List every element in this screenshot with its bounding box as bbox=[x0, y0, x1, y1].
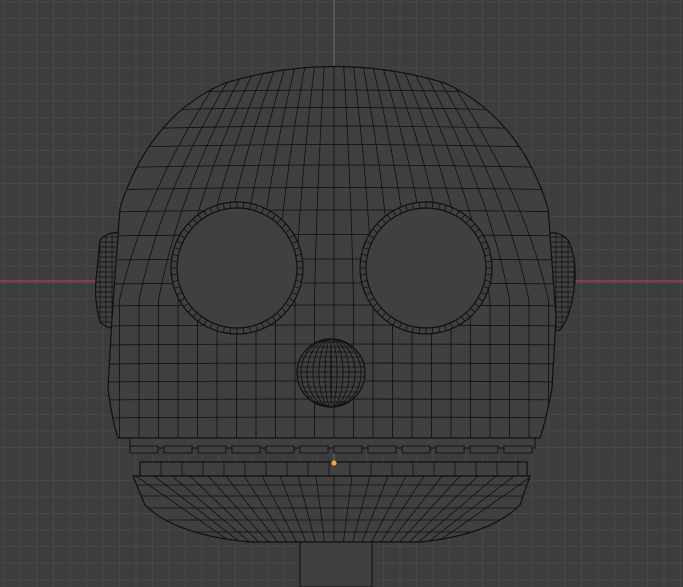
object-origin-dot[interactable] bbox=[331, 460, 337, 466]
right-eye-socket[interactable] bbox=[359, 201, 493, 335]
neck-mesh[interactable] bbox=[299, 539, 373, 587]
teeth-row bbox=[129, 437, 536, 454]
left-eye-socket[interactable] bbox=[170, 201, 304, 335]
jaw-mesh[interactable] bbox=[120, 461, 545, 545]
3d-viewport[interactable] bbox=[0, 0, 683, 587]
